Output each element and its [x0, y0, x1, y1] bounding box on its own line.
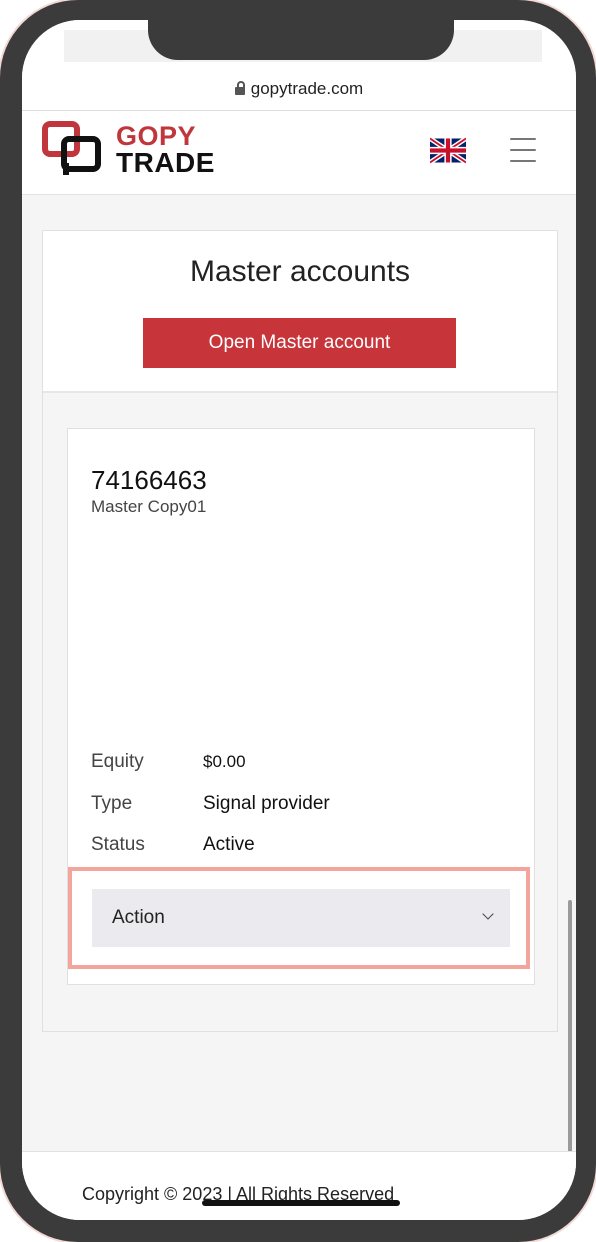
status-row: Status Active	[91, 834, 255, 856]
gopy-trade-logo[interactable]: GOPY TRADE	[42, 119, 242, 179]
action-label: Action	[112, 907, 165, 928]
url-bar[interactable]: gopytrade.com	[22, 68, 576, 111]
footer: Copyright © 2023 | All Rights Reserved	[22, 1151, 576, 1220]
type-row: Type Signal provider	[91, 793, 330, 815]
chevron-down-icon	[482, 908, 494, 920]
master-accounts-panel: Master accounts Open Master account 7416…	[42, 230, 558, 1032]
page-title: Master accounts	[189, 255, 411, 288]
account-number: 74166463	[91, 465, 207, 495]
type-label: Type	[91, 793, 133, 814]
phone-notch	[148, 20, 454, 60]
phone-frame: gopytrade.com GOPY TRADE Master accounts…	[0, 0, 596, 1242]
uk-flag-icon[interactable]	[430, 137, 466, 164]
main-content: Master accounts Open Master account 7416…	[22, 195, 576, 1175]
phone-screen: gopytrade.com GOPY TRADE Master accounts…	[22, 20, 576, 1220]
lock-icon	[234, 81, 245, 95]
logo-text-trade: TRADE	[116, 147, 215, 178]
type-value: Signal provider	[203, 793, 330, 814]
action-dropdown[interactable]: Action	[92, 889, 510, 947]
url-text: gopytrade.com	[250, 79, 364, 98]
logo-mark-icon	[42, 121, 101, 175]
account-card: 74166463 Master Copy01 Equity $0.00 Type S…	[67, 428, 535, 985]
status-value: Active	[203, 834, 255, 855]
open-master-account-button[interactable]: Open Master account	[143, 318, 456, 368]
panel-header: Master accounts Open Master account	[43, 231, 557, 393]
account-name: Master Copy01	[91, 497, 207, 516]
site-header: GOPY TRADE	[22, 111, 576, 195]
equity-value: $0.00	[203, 752, 246, 771]
status-label: Status	[91, 834, 145, 855]
hamburger-menu-icon[interactable]	[510, 138, 536, 162]
home-indicator[interactable]	[202, 1200, 400, 1206]
equity-row: Equity $0.00	[91, 751, 246, 773]
action-highlight-box: Action	[68, 867, 530, 969]
scrollbar[interactable]	[568, 900, 572, 1158]
equity-label: Equity	[91, 751, 144, 772]
